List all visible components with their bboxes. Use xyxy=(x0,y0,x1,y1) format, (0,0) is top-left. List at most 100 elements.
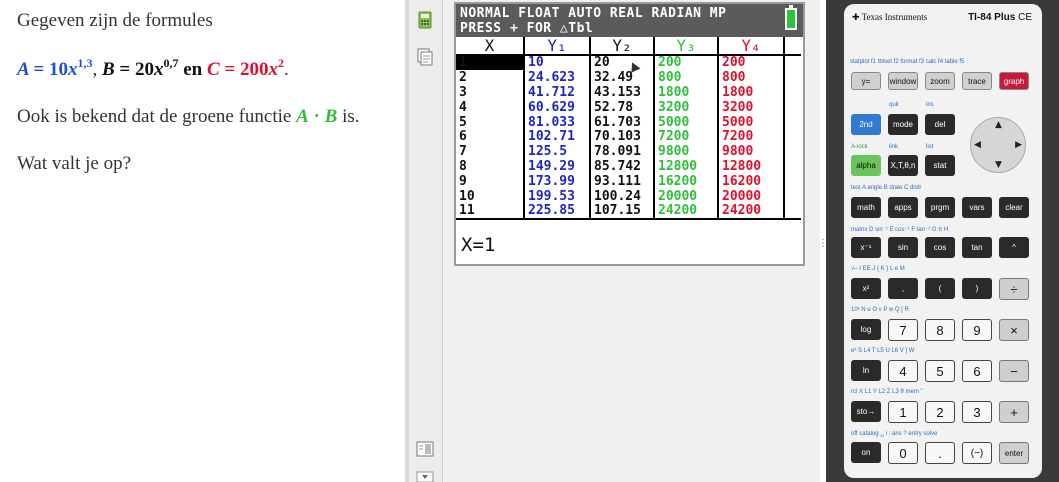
table-cell[interactable]: 149.29 xyxy=(524,159,591,175)
multiply-key[interactable]: × xyxy=(999,319,1029,341)
table-cell[interactable]: 1800 xyxy=(654,84,719,100)
digit-6-key[interactable]: 6 xyxy=(962,360,992,382)
table-cell[interactable]: 85.742 xyxy=(590,159,655,175)
window-key[interactable]: window xyxy=(888,72,918,90)
table-cell[interactable]: 7200 xyxy=(718,129,785,145)
square-key[interactable]: x² xyxy=(851,278,881,299)
table-cell[interactable]: 16200 xyxy=(654,174,719,190)
del-key[interactable]: del xyxy=(925,114,955,135)
arrow-up-icon[interactable]: ▲ xyxy=(995,120,1002,130)
sin-key[interactable]: sin xyxy=(888,237,918,258)
table-row[interactable]: 8 149.29 85.742 12800 12800 xyxy=(456,159,801,175)
clear-key[interactable]: clear xyxy=(999,197,1029,218)
y-equals-key[interactable]: y= xyxy=(851,72,881,90)
table-cell[interactable]: 199.53 xyxy=(524,189,591,204)
table-cell[interactable]: 9800 xyxy=(654,144,719,160)
tan-key[interactable]: tan xyxy=(962,237,992,258)
table-cell[interactable]: 107.15 xyxy=(590,203,655,220)
table-cell[interactable]: 11 xyxy=(456,203,525,220)
apps-key[interactable]: apps xyxy=(888,197,918,218)
table-cell[interactable]: 9 xyxy=(456,174,525,190)
subtract-key[interactable]: − xyxy=(999,360,1029,382)
table-cell[interactable]: 200 xyxy=(654,55,719,70)
table-cell[interactable]: 78.091 xyxy=(590,144,655,160)
digit-0-key[interactable]: 0 xyxy=(888,442,918,464)
stat-key[interactable]: stat xyxy=(925,155,955,176)
table-cell[interactable]: 10 xyxy=(456,189,525,204)
mode-key[interactable]: mode xyxy=(888,114,918,135)
digit-2-key[interactable]: 2 xyxy=(925,401,955,423)
zoom-key[interactable]: zoom xyxy=(925,72,955,90)
table-cell[interactable]: 10 xyxy=(524,55,591,70)
math-key[interactable]: math xyxy=(851,197,881,218)
table-cell[interactable]: 7 xyxy=(456,144,525,160)
digit-7-key[interactable]: 7 xyxy=(888,319,918,341)
decimal-point-key[interactable]: . xyxy=(925,442,955,464)
table-cell[interactable]: 70.103 xyxy=(590,129,655,145)
digit-3-key[interactable]: 3 xyxy=(962,401,992,423)
inverse-key[interactable]: x⁻¹ xyxy=(851,237,881,258)
table-cell[interactable]: 7200 xyxy=(654,129,719,145)
documents-icon[interactable] xyxy=(416,48,434,66)
arrow-down-icon[interactable]: ▼ xyxy=(995,160,1002,170)
table-cell[interactable]: 43.153 xyxy=(590,84,655,100)
table-row[interactable]: 9 173.99 93.111 16200 16200 xyxy=(456,174,801,190)
table-cell[interactable]: 6 xyxy=(456,129,525,145)
digit-1-key[interactable]: 1 xyxy=(888,401,918,423)
prgm-key[interactable]: prgm xyxy=(925,197,955,218)
table-row[interactable]: 11 225.85 107.15 24200 24200 xyxy=(456,203,801,220)
digit-4-key[interactable]: 4 xyxy=(888,360,918,382)
keypad-view-icon[interactable] xyxy=(416,440,434,458)
negative-key[interactable]: (−) xyxy=(962,442,992,464)
table-cell[interactable]: 3 xyxy=(456,84,525,100)
table-row[interactable]: 3 41.712 43.153 1800 1800 xyxy=(456,84,801,100)
table-cell[interactable]: 200 xyxy=(718,55,785,70)
table-cell[interactable]: 3200 xyxy=(654,99,719,115)
table-row[interactable]: 10 199.53 100.24 20000 20000 xyxy=(456,189,801,204)
trace-key[interactable]: trace xyxy=(962,72,992,90)
table-cell[interactable]: 12800 xyxy=(718,159,785,175)
table-cell[interactable]: 20000 xyxy=(718,189,785,204)
table-cell[interactable]: 100.24 xyxy=(590,189,655,204)
table-cell[interactable]: 5000 xyxy=(654,114,719,130)
table-cell[interactable]: 5000 xyxy=(718,114,785,130)
on-key[interactable]: on xyxy=(851,442,881,463)
table-cell[interactable]: 102.71 xyxy=(524,129,591,145)
table-cell[interactable]: 20000 xyxy=(654,189,719,204)
table-cell[interactable]: 800 xyxy=(654,69,719,85)
splitter-handle-icon[interactable]: ⋮ xyxy=(818,238,828,250)
graph-key[interactable]: graph xyxy=(999,72,1029,90)
vars-key[interactable]: vars xyxy=(962,197,992,218)
table-cell[interactable]: 16200 xyxy=(718,174,785,190)
table-cell[interactable]: 1800 xyxy=(718,84,785,100)
digit-8-key[interactable]: 8 xyxy=(925,319,955,341)
right-paren-key[interactable]: ) xyxy=(962,278,992,299)
table-cell[interactable]: 12800 xyxy=(654,159,719,175)
table-cell[interactable]: 24200 xyxy=(718,203,785,220)
table-row[interactable]: 2 24.623 32.49 800 800 xyxy=(456,69,801,85)
scroll-down-icon[interactable] xyxy=(416,468,434,482)
store-key[interactable]: sto→ xyxy=(851,401,881,422)
table-row[interactable]: 4 60.629 52.78 3200 3200 xyxy=(456,99,801,115)
table-cell[interactable]: 24200 xyxy=(654,203,719,220)
power-key[interactable]: ^ xyxy=(999,237,1029,258)
table-cell[interactable]: 20 xyxy=(590,55,655,70)
table-cell[interactable]: 41.712 xyxy=(524,84,591,100)
table-cell[interactable]: 4 xyxy=(456,99,525,115)
calculator-icon[interactable] xyxy=(416,11,434,29)
xt-theta-n-key[interactable]: X,T,θ,n xyxy=(888,155,918,176)
ln-key[interactable]: ln xyxy=(851,360,881,381)
table-cell[interactable]: 1 xyxy=(456,55,525,70)
table-cell[interactable]: 61.703 xyxy=(590,114,655,130)
table-cell[interactable]: 60.629 xyxy=(524,99,591,115)
table-row[interactable]: 6 102.71 70.103 7200 7200 xyxy=(456,129,801,145)
digit-5-key[interactable]: 5 xyxy=(925,360,955,382)
add-key[interactable]: + xyxy=(999,401,1029,423)
arrow-left-icon[interactable]: ◀ xyxy=(974,140,981,150)
table-cell[interactable]: 8 xyxy=(456,159,525,175)
alpha-key[interactable]: alpha xyxy=(851,155,881,176)
table-cell[interactable]: 800 xyxy=(718,69,785,85)
enter-key[interactable]: enter xyxy=(999,442,1029,464)
digit-9-key[interactable]: 9 xyxy=(962,319,992,341)
table-cell[interactable]: 173.99 xyxy=(524,174,591,190)
